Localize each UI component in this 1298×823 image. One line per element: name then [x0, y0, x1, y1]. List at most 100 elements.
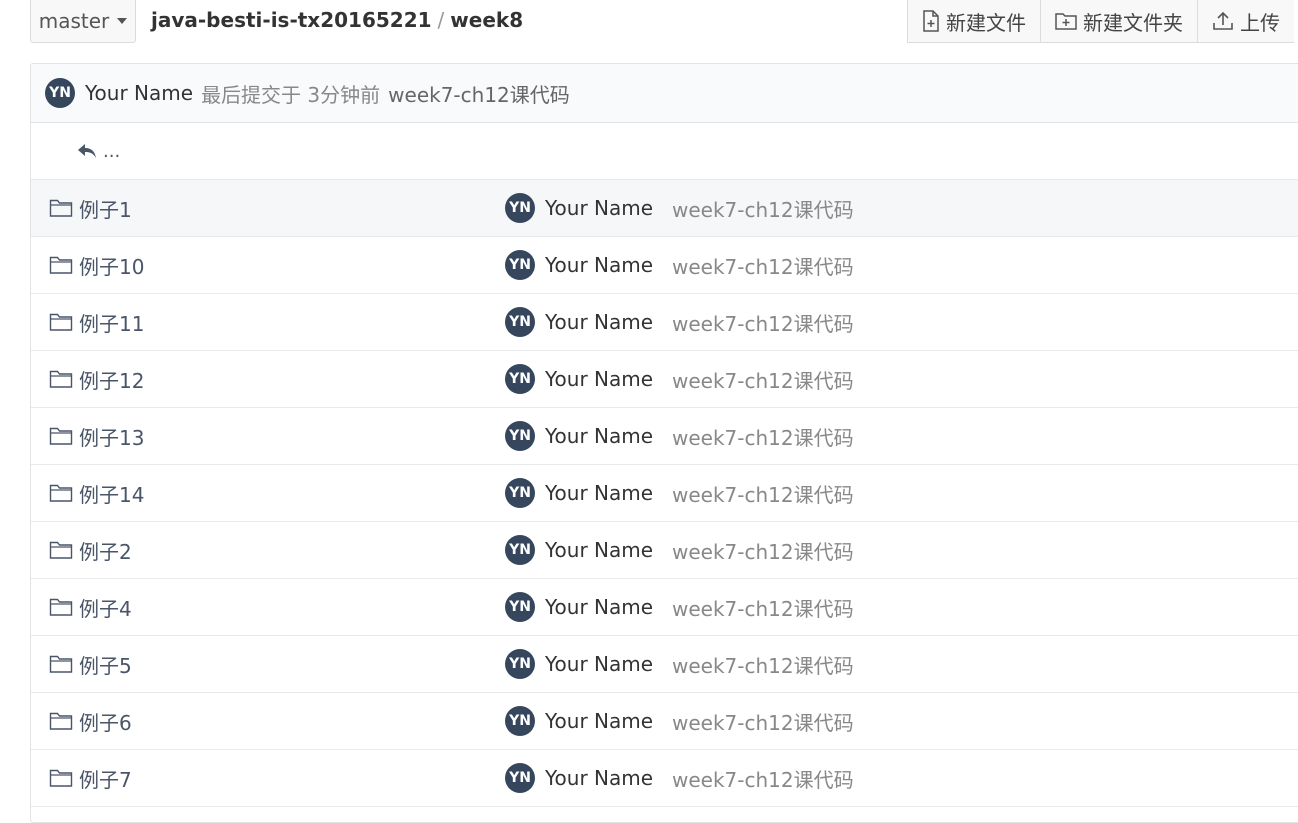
folder-name[interactable]: 例子4 — [79, 593, 132, 622]
row-author[interactable]: Your Name — [545, 367, 653, 391]
table-row[interactable]: 例子5 YN Your Name week7-ch12课代码 — [31, 636, 1298, 693]
table-row[interactable]: 例子10 YN Your Name week7-ch12课代码 — [31, 237, 1298, 294]
avatar[interactable]: YN — [505, 478, 535, 508]
upload-label: 上传 — [1240, 10, 1280, 35]
table-row[interactable]: 例子12 YN Your Name week7-ch12课代码 — [31, 351, 1298, 408]
avatar[interactable]: YN — [505, 307, 535, 337]
avatar[interactable]: YN — [45, 78, 75, 108]
folder-name[interactable]: 例子5 — [79, 650, 132, 679]
table-row[interactable]: 例子1 YN Your Name week7-ch12课代码 — [31, 180, 1298, 237]
folder-icon — [49, 769, 73, 787]
file-name-cell[interactable]: 例子1 — [49, 180, 132, 236]
row-commit-message[interactable]: week7-ch12课代码 — [672, 422, 854, 451]
table-row[interactable]: 例子4 YN Your Name week7-ch12课代码 — [31, 579, 1298, 636]
file-name-cell[interactable]: 例子14 — [49, 465, 144, 521]
commit-message-cell[interactable]: week7-ch12课代码 — [672, 579, 854, 635]
row-author[interactable]: Your Name — [545, 196, 653, 220]
commit-message-cell[interactable]: week7-ch12课代码 — [672, 750, 854, 806]
row-commit-message[interactable]: week7-ch12课代码 — [672, 536, 854, 565]
commit-message-cell[interactable]: week7-ch12课代码 — [672, 693, 854, 749]
row-commit-message[interactable]: week7-ch12课代码 — [672, 707, 854, 736]
file-name-cell[interactable]: 例子7 — [49, 750, 132, 806]
table-row[interactable]: 例子6 YN Your Name week7-ch12课代码 — [31, 693, 1298, 750]
file-name-cell[interactable]: 例子6 — [49, 693, 132, 749]
avatar[interactable]: YN — [505, 535, 535, 565]
commit-message-cell[interactable]: week7-ch12课代码 — [672, 351, 854, 407]
commit-message-cell[interactable]: week7-ch12课代码 — [672, 408, 854, 464]
file-name-cell[interactable]: 例子13 — [49, 408, 144, 464]
row-author[interactable]: Your Name — [545, 766, 653, 790]
table-row[interactable]: 例子7 YN Your Name week7-ch12课代码 — [31, 750, 1298, 807]
reply-arrow-icon — [78, 144, 96, 158]
folder-name[interactable]: 例子13 — [79, 422, 144, 451]
avatar[interactable]: YN — [505, 763, 535, 793]
folder-name[interactable]: 例子14 — [79, 479, 144, 508]
folder-icon — [49, 712, 73, 730]
folder-name[interactable]: 例子1 — [79, 194, 132, 223]
row-commit-message[interactable]: week7-ch12课代码 — [672, 251, 854, 280]
file-name-cell[interactable]: 例子10 — [49, 237, 144, 293]
row-author[interactable]: Your Name — [545, 595, 653, 619]
folder-name[interactable]: 例子10 — [79, 251, 144, 280]
avatar[interactable]: YN — [505, 706, 535, 736]
row-author[interactable]: Your Name — [545, 709, 653, 733]
avatar[interactable]: YN — [505, 193, 535, 223]
row-author[interactable]: Your Name — [545, 538, 653, 562]
row-commit-message[interactable]: week7-ch12课代码 — [672, 650, 854, 679]
folder-icon — [49, 655, 73, 673]
commit-message-cell[interactable]: week7-ch12课代码 — [672, 180, 854, 236]
new-file-label: 新建文件 — [946, 10, 1026, 35]
table-row[interactable]: 例子2 YN Your Name week7-ch12课代码 — [31, 522, 1298, 579]
commit-author[interactable]: Your Name — [85, 81, 193, 105]
row-author[interactable]: Your Name — [545, 310, 653, 334]
new-folder-label: 新建文件夹 — [1083, 10, 1183, 35]
commit-time: 最后提交于 3分钟前 — [201, 82, 381, 107]
row-commit-message[interactable]: week7-ch12课代码 — [672, 593, 854, 622]
row-author[interactable]: Your Name — [545, 253, 653, 277]
upload-button[interactable]: 上传 — [1197, 0, 1294, 43]
commit-author-cell: YN Your Name — [505, 579, 653, 635]
file-name-cell[interactable]: 例子5 — [49, 636, 132, 692]
row-commit-message[interactable]: week7-ch12课代码 — [672, 308, 854, 337]
file-name-cell[interactable]: 例子12 — [49, 351, 144, 407]
commit-message-cell[interactable]: week7-ch12课代码 — [672, 636, 854, 692]
folder-name[interactable]: 例子2 — [79, 536, 132, 565]
folder-icon — [49, 598, 73, 616]
table-row[interactable]: 例子11 YN Your Name week7-ch12课代码 — [31, 294, 1298, 351]
table-row[interactable]: 例子13 YN Your Name week7-ch12课代码 — [31, 408, 1298, 465]
row-author[interactable]: Your Name — [545, 424, 653, 448]
commit-message[interactable]: week7-ch12课代码 — [388, 79, 570, 108]
avatar[interactable]: YN — [505, 649, 535, 679]
branch-selector[interactable]: master — [30, 0, 136, 43]
row-commit-message[interactable]: week7-ch12课代码 — [672, 479, 854, 508]
commit-message-cell[interactable]: week7-ch12课代码 — [672, 237, 854, 293]
file-name-cell[interactable]: 例子2 — [49, 522, 132, 578]
row-author[interactable]: Your Name — [545, 481, 653, 505]
upload-icon — [1213, 11, 1233, 30]
folder-name[interactable]: 例子12 — [79, 365, 144, 394]
folder-name[interactable]: 例子7 — [79, 764, 132, 793]
file-name-cell[interactable]: 例子11 — [49, 294, 144, 350]
commit-message-cell[interactable]: week7-ch12课代码 — [672, 522, 854, 578]
folder-name[interactable]: 例子11 — [79, 308, 144, 337]
avatar[interactable]: YN — [505, 250, 535, 280]
breadcrumb-repo[interactable]: java-besti-is-tx20165221 — [151, 8, 432, 32]
row-author[interactable]: Your Name — [545, 652, 653, 676]
row-commit-message[interactable]: week7-ch12课代码 — [672, 764, 854, 793]
commit-author-cell: YN Your Name — [505, 750, 653, 806]
new-file-button[interactable]: 新建文件 — [907, 0, 1040, 43]
row-commit-message[interactable]: week7-ch12课代码 — [672, 194, 854, 223]
avatar[interactable]: YN — [505, 364, 535, 394]
avatar[interactable]: YN — [505, 421, 535, 451]
row-commit-message[interactable]: week7-ch12课代码 — [672, 365, 854, 394]
new-folder-button[interactable]: 新建文件夹 — [1040, 0, 1197, 43]
file-name-cell[interactable]: 例子4 — [49, 579, 132, 635]
chevron-down-icon — [117, 18, 128, 24]
commit-message-cell[interactable]: week7-ch12课代码 — [672, 294, 854, 350]
commit-author-cell: YN Your Name — [505, 237, 653, 293]
commit-message-cell[interactable]: week7-ch12课代码 — [672, 465, 854, 521]
avatar[interactable]: YN — [505, 592, 535, 622]
parent-directory-row[interactable]: ... — [31, 123, 1298, 180]
folder-name[interactable]: 例子6 — [79, 707, 132, 736]
table-row[interactable]: 例子14 YN Your Name week7-ch12课代码 — [31, 465, 1298, 522]
